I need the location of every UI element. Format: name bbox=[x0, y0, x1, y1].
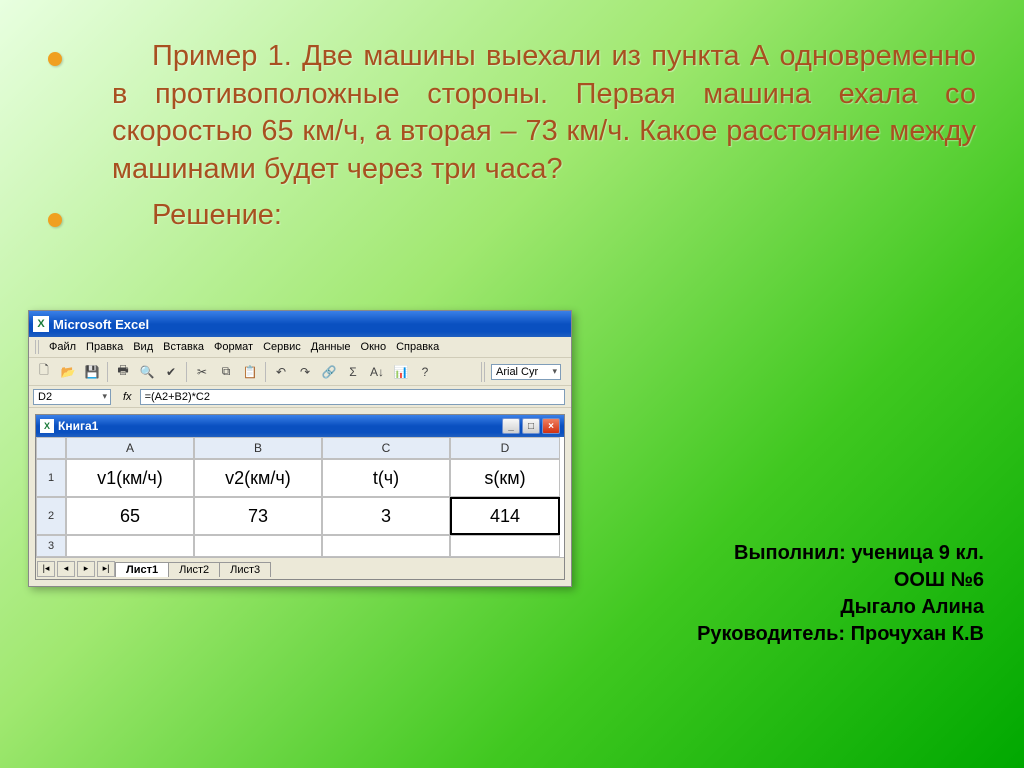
row-header-1[interactable]: 1 bbox=[36, 459, 66, 497]
credits-line-4: Руководитель: Прочухан К.В bbox=[697, 621, 984, 648]
col-header-D[interactable]: D bbox=[450, 437, 560, 459]
standard-toolbar: 🗋 📂 💾 🖶 🔍 ✔ ✂ ⧉ 📋 ↶ ↷ 🔗 Σ A↓ 📊 ? Arial C… bbox=[29, 358, 571, 386]
sheet-tab-bar: |◂ ◂ ▸ ▸| Лист1 Лист2 Лист3 bbox=[36, 557, 564, 579]
toolbar-separator bbox=[107, 362, 108, 382]
window-close-button[interactable]: × bbox=[542, 418, 560, 434]
sort-asc-icon[interactable]: A↓ bbox=[366, 361, 388, 383]
paste-icon[interactable]: 📋 bbox=[239, 361, 261, 383]
toolbar-separator bbox=[265, 362, 266, 382]
window-maximize-button[interactable]: □ bbox=[522, 418, 540, 434]
bullet-icon bbox=[48, 213, 62, 227]
workbook-icon: X bbox=[40, 419, 54, 433]
cell-D1[interactable]: s(км) bbox=[450, 459, 560, 497]
col-header-C[interactable]: C bbox=[322, 437, 450, 459]
menu-help[interactable]: Справка bbox=[392, 340, 443, 354]
copy-icon[interactable]: ⧉ bbox=[215, 361, 237, 383]
new-file-icon[interactable]: 🗋 bbox=[33, 361, 55, 383]
cell-C3[interactable] bbox=[322, 535, 450, 557]
tab-nav-last[interactable]: ▸| bbox=[97, 561, 115, 577]
chart-wizard-icon[interactable]: 📊 bbox=[390, 361, 412, 383]
select-all-corner[interactable] bbox=[36, 437, 66, 459]
print-preview-icon[interactable]: 🔍 bbox=[136, 361, 158, 383]
solution-label: Решение: bbox=[112, 199, 282, 232]
menu-grip-icon[interactable] bbox=[35, 340, 41, 354]
row-header-2[interactable]: 2 bbox=[36, 497, 66, 535]
cell-D2[interactable]: 414 bbox=[450, 497, 560, 535]
cell-C2[interactable]: 3 bbox=[322, 497, 450, 535]
col-header-B[interactable]: B bbox=[194, 437, 322, 459]
excel-app-icon: X bbox=[33, 316, 49, 332]
sheet-tab-1[interactable]: Лист1 bbox=[115, 562, 169, 577]
formula-bar[interactable]: =(A2+B2)*C2 bbox=[140, 389, 565, 405]
workbook-titlebar[interactable]: X Книга1 _ □ × bbox=[36, 415, 564, 437]
workbook-window: X Книга1 _ □ × A B C D 1 v1(км/ч) v2(км/… bbox=[35, 414, 565, 580]
undo-icon[interactable]: ↶ bbox=[270, 361, 292, 383]
formula-bar-row: D2 fx =(A2+B2)*C2 bbox=[29, 386, 571, 408]
save-icon[interactable]: 💾 bbox=[81, 361, 103, 383]
cell-B2[interactable]: 73 bbox=[194, 497, 322, 535]
credits-line-3: Дыгало Алина bbox=[697, 594, 984, 621]
cell-C1[interactable]: t(ч) bbox=[322, 459, 450, 497]
toolbar-separator bbox=[186, 362, 187, 382]
problem-body: Пример 1. Две машины выехали из пункта А… bbox=[112, 40, 976, 185]
cell-B1[interactable]: v2(км/ч) bbox=[194, 459, 322, 497]
row-header-3[interactable]: 3 bbox=[36, 535, 66, 557]
menu-window[interactable]: Окно bbox=[357, 340, 391, 354]
tab-nav-next[interactable]: ▸ bbox=[77, 561, 95, 577]
name-box[interactable]: D2 bbox=[33, 389, 111, 405]
cut-icon[interactable]: ✂ bbox=[191, 361, 213, 383]
app-title: Microsoft Excel bbox=[53, 317, 149, 332]
app-titlebar[interactable]: X Microsoft Excel bbox=[29, 311, 571, 337]
menu-file[interactable]: Файл bbox=[45, 340, 80, 354]
autosum-icon[interactable]: Σ bbox=[342, 361, 364, 383]
cell-A2[interactable]: 65 bbox=[66, 497, 194, 535]
hyperlink-icon[interactable]: 🔗 bbox=[318, 361, 340, 383]
menu-bar: Файл Правка Вид Вставка Формат Сервис Да… bbox=[29, 337, 571, 358]
tab-nav-prev[interactable]: ◂ bbox=[57, 561, 75, 577]
tab-nav-first[interactable]: |◂ bbox=[37, 561, 55, 577]
workbook-title: Книга1 bbox=[58, 419, 98, 433]
font-select[interactable]: Arial Cyr bbox=[491, 364, 561, 380]
menu-service[interactable]: Сервис bbox=[259, 340, 305, 354]
menu-data[interactable]: Данные bbox=[307, 340, 355, 354]
sheet-tab-3[interactable]: Лист3 bbox=[219, 562, 271, 577]
sheet-tab-2[interactable]: Лист2 bbox=[168, 562, 220, 577]
window-minimize-button[interactable]: _ bbox=[502, 418, 520, 434]
print-icon[interactable]: 🖶 bbox=[112, 361, 134, 383]
credits-line-1: Выполнил: ученица 9 кл. bbox=[697, 540, 984, 567]
bullet-icon bbox=[48, 52, 62, 66]
spelling-icon[interactable]: ✔ bbox=[160, 361, 182, 383]
credits-line-2: ООШ №6 bbox=[697, 567, 984, 594]
problem-text: Пример 1. Две машины выехали из пункта А… bbox=[112, 38, 976, 189]
spreadsheet-grid: A B C D 1 v1(км/ч) v2(км/ч) t(ч) s(км) 2… bbox=[36, 437, 564, 557]
cell-A1[interactable]: v1(км/ч) bbox=[66, 459, 194, 497]
menu-insert[interactable]: Вставка bbox=[159, 340, 208, 354]
redo-icon[interactable]: ↷ bbox=[294, 361, 316, 383]
cell-B3[interactable] bbox=[194, 535, 322, 557]
credits-block: Выполнил: ученица 9 кл. ООШ №6 Дыгало Ал… bbox=[697, 540, 984, 648]
open-icon[interactable]: 📂 bbox=[57, 361, 79, 383]
col-header-A[interactable]: A bbox=[66, 437, 194, 459]
excel-window: X Microsoft Excel Файл Правка Вид Вставк… bbox=[28, 310, 572, 587]
menu-view[interactable]: Вид bbox=[129, 340, 157, 354]
menu-format[interactable]: Формат bbox=[210, 340, 257, 354]
cell-A3[interactable] bbox=[66, 535, 194, 557]
menu-edit[interactable]: Правка bbox=[82, 340, 127, 354]
cell-D3[interactable] bbox=[450, 535, 560, 557]
help-icon[interactable]: ? bbox=[414, 361, 436, 383]
fx-icon[interactable]: fx bbox=[115, 391, 140, 403]
format-grip-icon[interactable] bbox=[481, 362, 487, 382]
